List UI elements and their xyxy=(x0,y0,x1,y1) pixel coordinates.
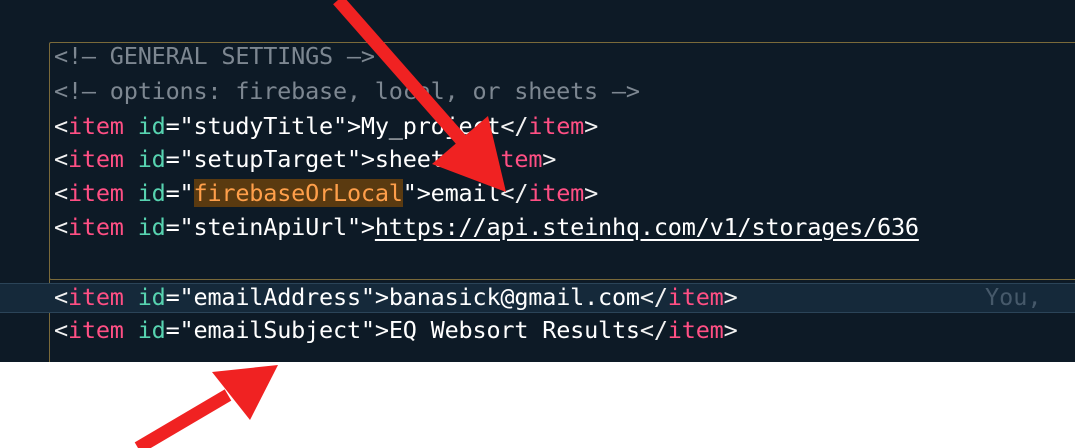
item-value: My_project xyxy=(360,112,501,140)
attr-value: setupTarget xyxy=(193,145,348,173)
item-value: EQ Websort Results xyxy=(388,316,640,344)
tag-name: item xyxy=(486,145,543,173)
attr-name: id xyxy=(137,316,166,344)
tag-name: item xyxy=(67,145,124,173)
tag-bracket: </ xyxy=(500,112,529,140)
attr-name: id xyxy=(137,112,166,140)
tag-bracket: < xyxy=(54,283,68,311)
attr-quote: =" xyxy=(165,179,194,207)
code-comment-general-settings: <!— GENERAL SETTINGS —> xyxy=(54,42,375,70)
code-line-studyTitle[interactable]: <item id="studyTitle">My_project</item> xyxy=(54,113,598,139)
tag-name: item xyxy=(528,179,585,207)
tag-name: item xyxy=(667,316,724,344)
attr-quote: =" xyxy=(165,112,194,140)
tag-bracket: < xyxy=(54,213,68,241)
tag-bracket: > xyxy=(584,179,599,207)
attr-name: id xyxy=(137,283,166,311)
attr-quote: "> xyxy=(360,283,389,311)
item-value: banasick@gmail.com xyxy=(388,283,640,311)
git-blame-annotation: You, xyxy=(985,283,1042,311)
code-line-emailSubject[interactable]: <item id="emailSubject">EQ Websort Resul… xyxy=(54,317,738,343)
attr-quote: "> xyxy=(402,179,431,207)
tag-bracket: > xyxy=(723,283,738,311)
attr-quote: =" xyxy=(165,283,194,311)
url-link[interactable]: https://api.steinhq.com/v1/storages/636 xyxy=(375,213,919,241)
attr-quote: "> xyxy=(333,112,361,140)
code-editor[interactable]: <!— GENERAL SETTINGS —> <!— options: fir… xyxy=(0,0,1075,362)
attr-name: id xyxy=(137,145,166,173)
tag-bracket: </ xyxy=(639,316,668,344)
attr-value: emailAddress xyxy=(193,283,362,311)
tag-name: item xyxy=(528,112,585,140)
attr-value: studyTitle xyxy=(193,112,334,140)
code-line-emailAddress[interactable]: <item id="emailAddress">banasick@gmail.c… xyxy=(54,284,738,310)
attr-quote: =" xyxy=(165,145,194,173)
attr-quote: "> xyxy=(346,145,375,173)
attr-quote: "> xyxy=(346,213,375,241)
tag-bracket: > xyxy=(584,112,599,140)
attr-quote: "> xyxy=(360,316,389,344)
attr-value: steinApiUrl xyxy=(193,213,348,241)
code-comment-options: <!— options: firebase, local, or sheets … xyxy=(54,77,640,105)
search-highlight-word: firebaseOrLocal xyxy=(193,179,403,207)
tag-bracket: </ xyxy=(500,179,529,207)
code-line-firebaseOrLocal[interactable]: <item id="firebaseOrLocal">email</item> xyxy=(54,179,599,207)
attr-quote: =" xyxy=(165,316,194,344)
tag-bracket: < xyxy=(54,179,68,207)
tag-bracket: > xyxy=(542,145,557,173)
red-arrow-bottom-icon xyxy=(134,365,278,448)
code-line-steinApiUrl[interactable]: <item id="steinApiUrl">https://api.stein… xyxy=(54,214,919,240)
tag-bracket: > xyxy=(723,316,738,344)
tag-bracket: < xyxy=(54,112,68,140)
tag-bracket: </ xyxy=(639,283,668,311)
tag-name: item xyxy=(667,283,724,311)
tag-bracket: </ xyxy=(458,145,487,173)
tag-name: item xyxy=(67,283,124,311)
attr-quote: =" xyxy=(165,213,194,241)
tag-name: item xyxy=(67,179,124,207)
item-value: email xyxy=(430,179,501,207)
tag-name: item xyxy=(67,316,124,344)
attr-name: id xyxy=(137,213,166,241)
attr-name: id xyxy=(137,179,166,207)
tag-bracket: < xyxy=(54,316,68,344)
item-value: sheets xyxy=(374,145,459,173)
attr-value: emailSubject xyxy=(193,316,362,344)
code-line-setupTarget[interactable]: <item id="setupTarget">sheets</item> xyxy=(54,146,556,172)
tag-name: item xyxy=(67,112,124,140)
tag-bracket: < xyxy=(54,145,68,173)
tag-name: item xyxy=(67,213,124,241)
